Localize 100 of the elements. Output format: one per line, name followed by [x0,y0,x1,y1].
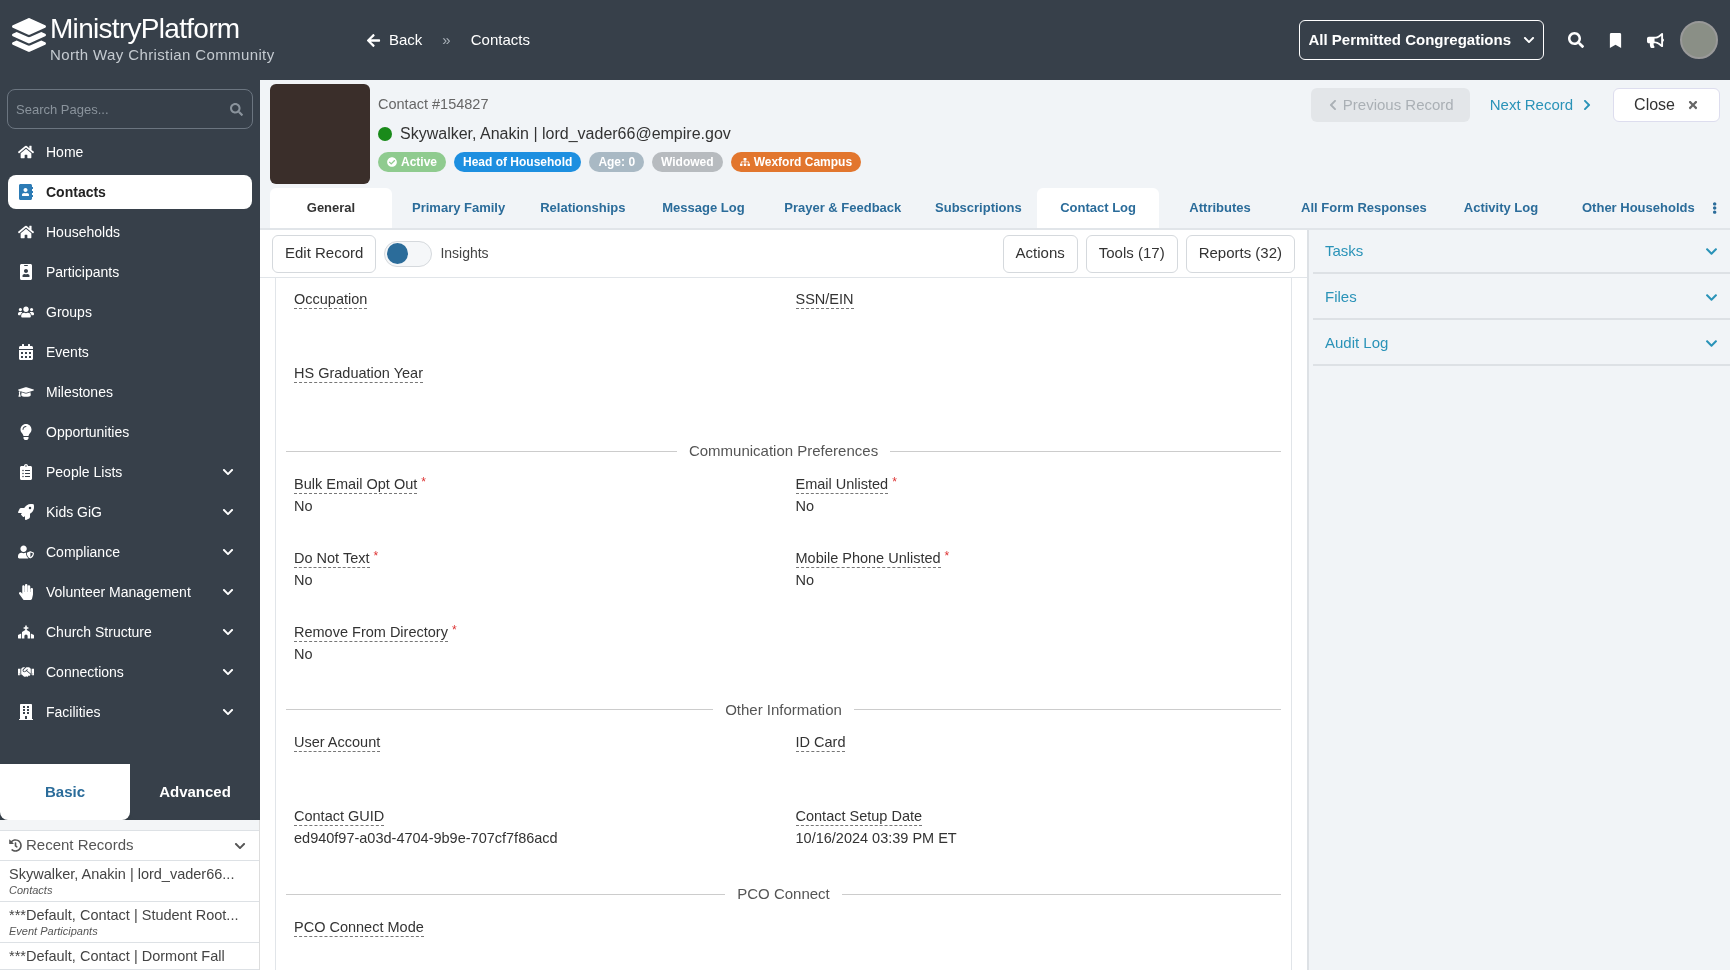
field-label: Contact GUID [294,807,385,826]
section-title: PCO Connect [737,884,830,904]
field-label: ID Card [795,733,846,752]
sidebar-item[interactable]: Facilities [8,695,252,729]
record-tab[interactable]: Message Log [642,188,765,228]
record-tab[interactable]: Activity Log [1440,188,1562,228]
organization-name: North Way Christian Community [50,44,275,65]
brand-name[interactable]: MinistryPlatform [50,13,275,44]
field-value: No [294,570,314,590]
sidebar-item[interactable]: Events [8,335,252,369]
record-tab[interactable]: Relationships [520,188,643,228]
field-value: No [795,570,816,590]
field-value: No [294,644,314,664]
breadcrumb-separator: » [441,29,452,50]
toolbar-button[interactable]: Reports (32) [1185,234,1295,273]
record-tab[interactable]: Contact Log [1037,188,1160,228]
badge-icon [18,264,34,280]
section-title: Communication Preferences [688,441,879,461]
field-label: PCO Connect Mode [294,917,424,937]
house-icon [18,144,34,160]
record-tab[interactable]: Other Households [1562,188,1709,228]
sidebar-item[interactable]: Volunteer Management [8,575,252,609]
graduation-cap-icon [18,384,34,400]
recent-records-header[interactable]: Recent Records [0,830,259,861]
insights-label: Insights [440,244,489,263]
mode-tab[interactable]: Basic [0,764,130,820]
clipboard-icon [18,464,34,480]
record-tab[interactable]: Attributes [1159,188,1282,228]
field-label: Bulk Email Opt Out [294,474,418,494]
field-label: Do Not Text [294,548,370,568]
sidebar-item[interactable]: Households [8,215,252,249]
breadcrumb-current[interactable]: Contacts [470,28,530,52]
hand-icon [18,584,34,600]
stacked-layers-icon [12,17,46,52]
field-label: Mobile Phone Unlisted [795,548,941,568]
recent-record-type: Contacts [9,883,54,897]
sidebar-item[interactable]: Home [8,135,252,169]
required-mark: * [373,548,379,563]
house-icon [18,224,34,240]
status-tag: Widowed [652,151,723,172]
required-mark: * [944,548,950,563]
hierarchy-icon [739,156,750,167]
toolbar-button[interactable]: Tools (17) [1085,234,1178,273]
congregation-dropdown[interactable]: All Permitted Congregations [1299,20,1544,60]
contact-name: Skywalker, Anakin | lord_vader66@empire.gov [400,123,731,144]
sidebar-item[interactable]: Groups [8,295,252,329]
field-value: No [294,496,314,516]
close-icon [1687,99,1699,111]
user-shield-icon [18,544,34,560]
sidebar-item[interactable]: People Lists [8,455,252,489]
calendar-icon [18,344,34,360]
record-tab[interactable]: General [270,188,392,228]
insights-toggle[interactable] [384,240,433,267]
search-icon [230,103,243,116]
search-field[interactable]: Search Pages... [7,89,253,129]
field-label: Remove From Directory [294,622,448,642]
rocket-icon [18,504,34,520]
close-button[interactable]: Close [1613,88,1720,122]
people-icon [18,304,34,320]
toolbar-button[interactable]: Actions [1002,234,1078,273]
sidebar-item[interactable]: Milestones [8,375,252,409]
sidebar-item[interactable]: Contacts [8,175,252,209]
record-tab[interactable]: All Form Responses [1281,188,1440,228]
recent-record-link[interactable]: Skywalker, Anakin | lord_vader66... [9,865,250,883]
sidebar-item[interactable]: Church Structure [8,615,252,649]
field-label: Email Unlisted [795,474,889,494]
record-tab[interactable]: Subscriptions [915,188,1038,228]
field-label: Contact Setup Date [795,807,923,826]
record-tab[interactable]: Primary Family [392,188,521,228]
status-tag: Wexford Campus [730,151,862,172]
church-icon [18,624,34,640]
edit-record-button[interactable]: Edit Record [272,234,377,273]
back-link[interactable]: Back [366,28,423,52]
record-tab[interactable]: Prayer & Feedback [764,188,915,228]
lightbulb-icon [18,424,34,440]
sidebar-item[interactable]: Opportunities [8,415,252,449]
building-icon [18,704,34,720]
recent-record-link[interactable]: ***Default, Contact | Student Root... [9,906,250,924]
recent-record-type: Event Participants [9,924,99,938]
required-mark: * [451,622,457,637]
sidebar-item[interactable]: Participants [8,255,252,289]
user-avatar[interactable] [1680,21,1718,59]
field-label: User Account [294,733,381,752]
handshake-icon [18,664,34,680]
field-value: 10/16/2024 03:39 PM ET [795,829,958,848]
sidebar-item[interactable]: Connections [8,655,252,689]
sidebar-item[interactable]: Compliance [8,535,252,569]
required-mark: * [421,474,426,489]
status-tag: Age: 0 [589,151,645,172]
status-tag: Active [378,151,447,172]
contact-card-icon [18,184,34,200]
status-tag: Head of Household [454,151,582,172]
search-icon[interactable] [1568,32,1584,48]
field-value: ed940f97-a03d-4704-9b9e-707cf7f86acd [294,829,559,848]
bookmark-icon[interactable] [1608,32,1623,48]
sidebar-item[interactable]: Kids GiG [8,495,252,529]
field-label: SSN/EIN [795,290,854,309]
field-label: HS Graduation Year [294,364,423,383]
megaphone-icon[interactable] [1647,31,1664,49]
section-title: Other Information [725,699,842,720]
